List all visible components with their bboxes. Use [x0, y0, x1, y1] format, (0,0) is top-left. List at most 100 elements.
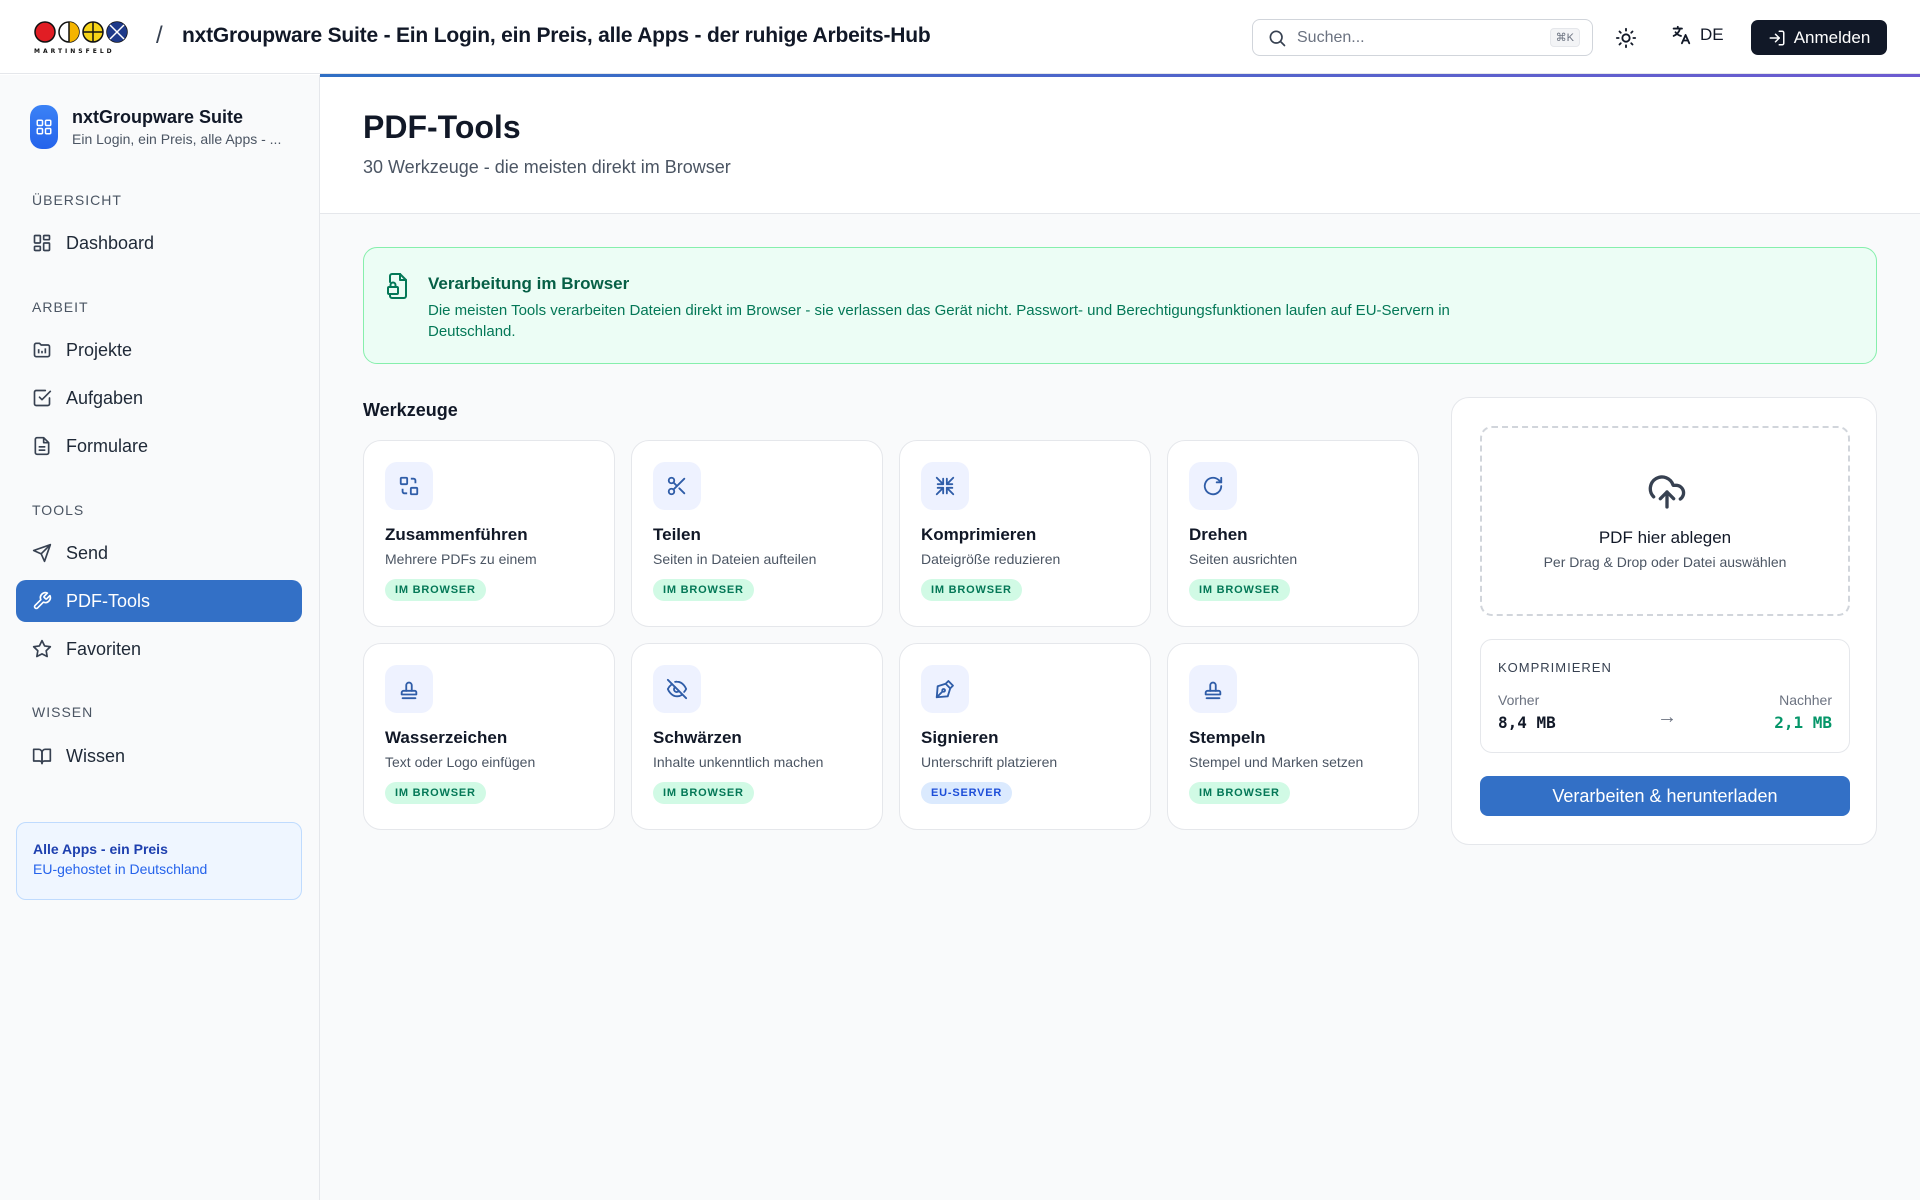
- after-value: 2,1 MB: [1774, 713, 1832, 732]
- sidebar-app-name: nxtGroupware Suite: [72, 107, 244, 127]
- app-grid-icon: [30, 105, 58, 149]
- card-title: Zusammenführen: [385, 525, 528, 544]
- book-icon: [32, 746, 52, 766]
- search-shortcut: ⌘K: [1549, 28, 1580, 47]
- before-value: 8,4 MB: [1498, 713, 1556, 732]
- compress-icon: [921, 462, 969, 510]
- tool-card-stamp[interactable]: Stempeln Stempel und Marken setzen IM BR…: [1167, 643, 1419, 830]
- scissors-icon: [653, 462, 701, 510]
- card-title: Komprimieren: [921, 525, 1037, 544]
- logo-text: MARTINSFELD: [34, 48, 115, 55]
- folder-icon: [32, 340, 52, 360]
- dropzone-title: PDF hier ablegen: [1598, 528, 1732, 547]
- tool-card-split[interactable]: Teilen Seiten in Dateien aufteilen IM BR…: [631, 440, 883, 627]
- sidebar-item-label: PDF-Tools: [66, 590, 151, 611]
- martinsfeld-logo[interactable]: MARTINSFELD: [34, 20, 138, 56]
- sidebar-item-label: Formulare: [66, 435, 149, 456]
- tools-heading: Werkzeuge: [363, 400, 458, 420]
- language-switcher[interactable]: DE: [1670, 24, 1724, 46]
- card-badge: IM BROWSER: [653, 782, 754, 804]
- card-title: Teilen: [653, 525, 701, 544]
- card-title: Schwärzen: [653, 728, 742, 747]
- sidebar-item-dashboard[interactable]: Dashboard: [16, 222, 302, 264]
- wrench-icon: [32, 591, 52, 611]
- search-box[interactable]: ⌘K: [1252, 19, 1593, 56]
- card-description: Inhalte unkenntlich machen: [653, 754, 824, 770]
- send-icon: [32, 543, 52, 563]
- sidebar-item-tasks[interactable]: Aufgaben: [16, 377, 302, 419]
- card-description: Mehrere PDFs zu einem: [385, 551, 537, 567]
- card-description: Seiten in Dateien aufteilen: [653, 551, 817, 567]
- stamp-icon: [1189, 665, 1237, 713]
- sidebar-item-label: Projekte: [66, 339, 133, 360]
- compression-label: KOMPRIMIEREN: [1498, 660, 1612, 675]
- sidebar-item-send[interactable]: Send: [16, 532, 302, 574]
- cloud-upload-icon: [1647, 472, 1687, 512]
- stamp-icon: [385, 665, 433, 713]
- pdf-dropzone[interactable]: PDF hier ablegen Per Drag & Drop oder Da…: [1480, 426, 1850, 616]
- sidebar-item-label: Send: [66, 542, 109, 563]
- browser-processing-notice: Verarbeitung im Browser Die meisten Tool…: [363, 247, 1877, 364]
- search-input[interactable]: [1297, 28, 1537, 47]
- star-icon: [32, 639, 52, 659]
- tool-card-watermark[interactable]: Wasserzeichen Text oder Logo einfügen IM…: [363, 643, 615, 830]
- sidebar-section-tools: TOOLS: [32, 502, 85, 518]
- search-icon: [1267, 28, 1287, 48]
- page-header: PDF-Tools 30 Werkzeuge - die meisten dir…: [320, 77, 1920, 214]
- sidebar-item-pdf-tools[interactable]: PDF-Tools: [16, 580, 302, 622]
- tool-card-compress[interactable]: Komprimieren Dateigröße reduzieren IM BR…: [899, 440, 1151, 627]
- eye-off-icon: [653, 665, 701, 713]
- sidebar-item-label: Dashboard: [66, 232, 155, 253]
- card-badge: IM BROWSER: [385, 782, 486, 804]
- dropzone-subtitle: Per Drag & Drop oder Datei auswählen: [1543, 554, 1787, 570]
- after-label: Nachher: [1779, 692, 1832, 708]
- arrow-right-icon: →: [1657, 706, 1677, 728]
- card-description: Unterschrift platzieren: [921, 754, 1058, 770]
- process-download-button[interactable]: Verarbeiten & herunterladen: [1480, 776, 1850, 816]
- login-button[interactable]: Anmelden: [1751, 20, 1887, 55]
- card-badge: EU-SERVER: [921, 782, 1013, 804]
- language-label: DE: [1700, 25, 1724, 44]
- card-description: Stempel und Marken setzen: [1189, 754, 1364, 770]
- tool-card-sign[interactable]: Signieren Unterschrift platzieren EU-SER…: [899, 643, 1151, 830]
- card-badge: IM BROWSER: [1189, 579, 1290, 601]
- card-description: Seiten ausrichten: [1189, 551, 1298, 567]
- sun-icon: [1615, 27, 1637, 49]
- sidebar-item-favorites[interactable]: Favoriten: [16, 628, 302, 670]
- file-text-icon: [32, 436, 52, 456]
- card-description: Text oder Logo einfügen: [385, 754, 536, 770]
- card-title: Drehen: [1189, 525, 1248, 544]
- sidebar-item-projects[interactable]: Projekte: [16, 329, 302, 371]
- upload-panel: PDF hier ablegen Per Drag & Drop oder Da…: [1451, 397, 1877, 845]
- notice-title: Verarbeitung im Browser: [428, 274, 630, 293]
- sidebar-promo-card[interactable]: Alle Apps - ein Preis EU-gehostet in Deu…: [16, 822, 302, 900]
- card-title: Stempeln: [1189, 728, 1266, 747]
- login-icon: [1768, 29, 1786, 47]
- sidebar: nxtGroupware Suite Ein Login, ein Preis,…: [0, 75, 320, 1200]
- sidebar-item-forms[interactable]: Formulare: [16, 425, 302, 467]
- breadcrumb-separator: /: [156, 22, 163, 49]
- before-label: Vorher: [1498, 692, 1540, 708]
- tool-card-rotate[interactable]: Drehen Seiten ausrichten IM BROWSER: [1167, 440, 1419, 627]
- page-header-title: nxtGroupware Suite - Ein Login, ein Prei…: [182, 24, 931, 47]
- theme-toggle-button[interactable]: [1612, 24, 1640, 52]
- pen-icon: [921, 665, 969, 713]
- top-bar: MARTINSFELD / nxtGroupware Suite - Ein L…: [0, 0, 1920, 74]
- sidebar-item-knowledge[interactable]: Wissen: [16, 735, 302, 777]
- rotate-icon: [1189, 462, 1237, 510]
- card-description: Dateigröße reduzieren: [921, 551, 1061, 567]
- promo-title: Alle Apps - ein Preis: [33, 841, 168, 857]
- page-title: PDF-Tools: [363, 109, 521, 145]
- card-badge: IM BROWSER: [1189, 782, 1290, 804]
- logo-circles: [34, 21, 128, 43]
- translate-icon: [1670, 24, 1692, 46]
- dashboard-icon: [32, 233, 52, 253]
- checkbox-icon: [32, 388, 52, 408]
- file-lock-icon: [386, 272, 410, 300]
- sidebar-app-subtitle: Ein Login, ein Preis, alle Apps - ...: [72, 131, 282, 147]
- sidebar-item-label: Favoriten: [66, 638, 142, 659]
- card-badge: IM BROWSER: [385, 579, 486, 601]
- tool-card-redact[interactable]: Schwärzen Inhalte unkenntlich machen IM …: [631, 643, 883, 830]
- sidebar-app-switcher[interactable]: nxtGroupware Suite Ein Login, ein Preis,…: [30, 105, 281, 149]
- tool-card-merge[interactable]: Zusammenführen Mehrere PDFs zu einem IM …: [363, 440, 615, 627]
